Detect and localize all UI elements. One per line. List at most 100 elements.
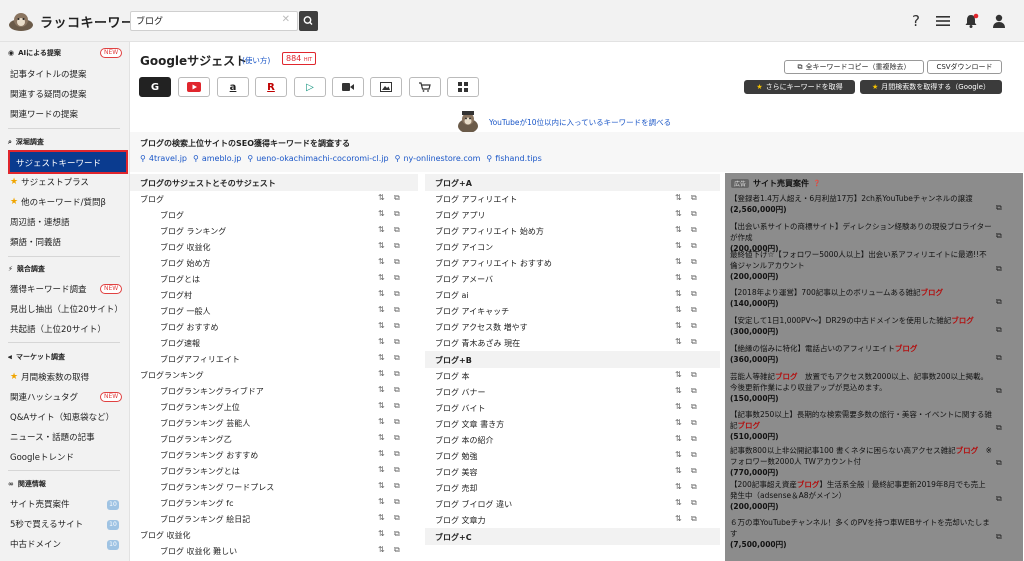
expand-icon[interactable]: ⇅	[378, 481, 385, 490]
external-link-icon[interactable]: ⧉	[691, 273, 697, 283]
external-link-icon[interactable]: ⧉	[996, 386, 1002, 396]
suggest-keyword[interactable]: ブログ アクセス数 増やす	[435, 322, 528, 333]
seo-link[interactable]: ⚲ ueno-okachimachi-cocoromi-cl.jp	[247, 154, 388, 163]
expand-icon[interactable]: ⇅	[675, 209, 682, 218]
service-image-button[interactable]	[370, 77, 402, 97]
suggest-row[interactable]: ブログランキング 芸能人 ⇅ ⧉	[130, 415, 418, 431]
seo-link[interactable]: ⚲ fishand.tips	[486, 154, 541, 163]
suggest-row[interactable]: ブログ ブイログ 違い ⇅ ⧉	[425, 496, 720, 512]
suggest-row[interactable]: ブログ村 ⇅ ⧉	[130, 287, 418, 303]
suggest-row[interactable]: ブログランキング乙 ⇅ ⧉	[130, 431, 418, 447]
external-link-icon[interactable]: ⧉	[996, 231, 1002, 241]
howto-link[interactable]: (使い方)	[242, 55, 270, 66]
suggest-row[interactable]: ブログ アフィリエイト ⇅ ⧉	[425, 191, 720, 207]
suggest-keyword[interactable]: ブログ ai	[435, 290, 469, 301]
menu-icon[interactable]	[935, 11, 951, 31]
suggest-keyword[interactable]: ブログ アプリ	[435, 210, 486, 221]
expand-icon[interactable]: ⇅	[378, 513, 385, 522]
expand-icon[interactable]: ⇅	[378, 225, 385, 234]
suggest-keyword[interactable]: ブログ アイコン	[435, 242, 493, 253]
suggest-row[interactable]: ブログ 始め方 ⇅ ⧉	[130, 255, 418, 271]
suggest-row[interactable]: ブログ アイキャッチ ⇅ ⧉	[425, 303, 720, 319]
external-link-icon[interactable]: ⧉	[691, 321, 697, 331]
suggest-row[interactable]: ブログ 収益化 ⇅ ⧉	[130, 527, 418, 543]
sidebar-item-5sec-sites[interactable]: 5秒で買えるサイト	[10, 518, 83, 530]
sidebar-item-monthly-volume[interactable]: ★ 月間検索数の取得	[10, 371, 89, 383]
suggest-keyword[interactable]: ブログ 始め方	[160, 258, 211, 269]
suggest-row[interactable]: ブログ 本の紹介 ⇅ ⧉	[425, 432, 720, 448]
suggest-row[interactable]: ブログ アフィリエイト おすすめ ⇅ ⧉	[425, 255, 720, 271]
expand-icon[interactable]: ⇅	[675, 498, 682, 507]
suggest-row[interactable]: ブログランキング上位 ⇅ ⧉	[130, 399, 418, 415]
external-link-icon[interactable]: ⧉	[691, 386, 697, 396]
external-link-icon[interactable]: ⧉	[691, 305, 697, 315]
expand-icon[interactable]: ⇅	[378, 369, 385, 378]
copy-all-button[interactable]: ⧉ 全キーワードコピー（重複除去）	[784, 60, 924, 74]
service-shopping-button[interactable]	[409, 77, 441, 97]
suggest-keyword[interactable]: ブログ ランキング	[160, 226, 226, 237]
suggest-row[interactable]: ブログ速報 ⇅ ⧉	[130, 335, 418, 351]
external-link-icon[interactable]: ⧉	[691, 514, 697, 524]
expand-icon[interactable]: ⇅	[378, 241, 385, 250]
sidebar-item-other-keywords[interactable]: ★ 他のキーワード/質問β	[10, 196, 106, 208]
external-link-icon[interactable]: ⧉	[394, 209, 400, 219]
csv-download-button[interactable]: CSVダウンロード	[927, 60, 1002, 74]
external-link-icon[interactable]: ⧉	[394, 225, 400, 235]
external-link-icon[interactable]: ⧉	[996, 264, 1002, 274]
expand-icon[interactable]: ⇅	[675, 450, 682, 459]
bell-icon[interactable]	[962, 11, 980, 31]
suggest-keyword[interactable]: ブログ 収益化	[160, 242, 211, 253]
ad-item[interactable]: 【200記事超え資産ブログ】生活系全般｜最終記事更新2019年8月でも売上発生中…	[730, 479, 992, 512]
external-link-icon[interactable]: ⧉	[394, 273, 400, 283]
suggest-keyword[interactable]: ブログ アイキャッチ	[435, 306, 509, 317]
expand-icon[interactable]: ⇅	[378, 401, 385, 410]
ad-item[interactable]: 【安定して1日1,000PV〜】DR29の中古ドメインを使用した雑記ブログ (30…	[730, 315, 992, 337]
suggest-keyword[interactable]: ブログ アメーバ	[435, 274, 493, 285]
sidebar-item-acquired-keywords[interactable]: 獲得キーワード調査	[10, 283, 87, 295]
suggest-keyword[interactable]: ブログ 文章力	[435, 515, 486, 526]
suggest-row[interactable]: ブログ 一般人 ⇅ ⧉	[130, 303, 418, 319]
expand-icon[interactable]: ⇅	[378, 529, 385, 538]
sidebar-item-heading-extract[interactable]: 見出し抽出（上位20サイト）	[10, 303, 123, 315]
seo-link[interactable]: ⚲ ny-onlinestore.com	[395, 154, 481, 163]
suggest-row[interactable]: ブログ ⇅ ⧉	[130, 191, 418, 207]
ad-item[interactable]: 最終値下げ☆【フォロワー5000人以上】出会い系アフィリエイトに最適!!不倫ジャ…	[730, 249, 992, 282]
ad-item[interactable]: 【絶縁の悩みに特化】電話占いのアフィリエイトブログ (360,000円)	[730, 343, 992, 365]
service-rakuten-button[interactable]: R	[255, 77, 287, 97]
suggest-row[interactable]: ブログアフィリエイト ⇅ ⧉	[130, 351, 418, 367]
suggest-keyword[interactable]: ブログ バイト	[435, 403, 486, 414]
external-link-icon[interactable]: ⧉	[394, 465, 400, 475]
suggest-keyword[interactable]: ブログランキング乙	[160, 434, 232, 445]
sidebar-item-synonyms[interactable]: 類語・同義語	[10, 236, 61, 248]
expand-icon[interactable]: ⇅	[378, 273, 385, 282]
monthly-volume-button[interactable]: ★ 月間検索数を取得する（Google）	[860, 80, 1002, 94]
suggest-keyword[interactable]: ブログ アフィリエイト 始め方	[435, 226, 544, 237]
sidebar-item-question-suggest[interactable]: 関連する疑問の提案	[10, 88, 87, 100]
suggest-keyword[interactable]: ブログアフィリエイト	[160, 354, 240, 365]
expand-icon[interactable]: ⇅	[378, 545, 385, 554]
expand-icon[interactable]: ⇅	[675, 321, 682, 330]
external-link-icon[interactable]: ⧉	[691, 209, 697, 219]
external-link-icon[interactable]: ⧉	[691, 225, 697, 235]
expand-icon[interactable]: ⇅	[675, 370, 682, 379]
expand-icon[interactable]: ⇅	[378, 385, 385, 394]
expand-icon[interactable]: ⇅	[378, 497, 385, 506]
sidebar-item-suggest-plus[interactable]: ★ サジェストプラス	[10, 176, 89, 188]
suggest-row[interactable]: ブログとは ⇅ ⧉	[130, 271, 418, 287]
external-link-icon[interactable]: ⧉	[394, 433, 400, 443]
suggest-row[interactable]: ブログ おすすめ ⇅ ⧉	[130, 319, 418, 335]
expand-icon[interactable]: ⇅	[675, 257, 682, 266]
expand-icon[interactable]: ⇅	[378, 209, 385, 218]
suggest-keyword[interactable]: ブログ 勉強	[435, 451, 478, 462]
ad-item[interactable]: 【登録者1.4万人超え・6月利益17万】2ch系YouTubeチャンネルの譲渡 (…	[730, 193, 992, 215]
suggest-keyword[interactable]: ブログ 収益化 難しい	[160, 546, 237, 557]
suggest-keyword[interactable]: ブログとは	[160, 274, 200, 285]
external-link-icon[interactable]: ⧉	[691, 289, 697, 299]
expand-icon[interactable]: ⇅	[675, 305, 682, 314]
expand-icon[interactable]: ⇅	[378, 337, 385, 346]
clear-icon[interactable]: ✕	[282, 14, 290, 25]
expand-icon[interactable]: ⇅	[378, 353, 385, 362]
suggest-row[interactable]: ブログ ランキング ⇅ ⧉	[130, 223, 418, 239]
external-link-icon[interactable]: ⧉	[691, 337, 697, 347]
sidebar-item-google-trends[interactable]: Googleトレンド	[10, 451, 74, 463]
